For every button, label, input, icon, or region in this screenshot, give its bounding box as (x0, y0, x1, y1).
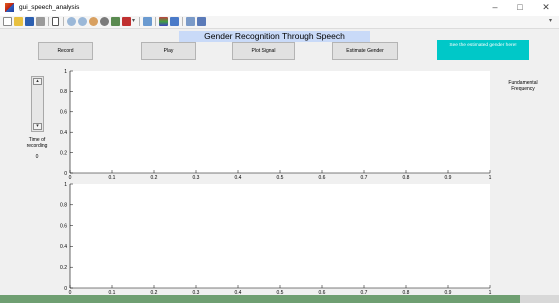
axes-1-plot-area[interactable] (70, 71, 490, 173)
axes-2-plot-area[interactable] (70, 184, 490, 288)
x-tick-label: 0.6 (319, 175, 326, 181)
x-tick-label: 0.1 (109, 175, 116, 181)
x-tick-label: 0.9 (445, 175, 452, 181)
x-tick-label: 0.7 (361, 175, 368, 181)
y-tick-label: 0.8 (60, 89, 67, 95)
y-tick-label: 0.4 (60, 130, 67, 136)
y-tick-label: 0.4 (60, 244, 67, 250)
y-tick-label: 1 (64, 69, 67, 75)
axes-1: 0 0.1 0.2 0.3 0.4 0.5 0.6 0.7 0.8 0.9 1 0 0.2 0.4 0.6 0… (60, 69, 492, 181)
y-tick-label: 0.8 (60, 203, 67, 209)
y-tick-label: 0 (64, 171, 67, 177)
axes-2: 0 0.1 0.2 0.3 0.4 0.5 0.6 0.7 0.8 0.9 100.20.40.60… (60, 182, 492, 296)
y-tick-label: 0.6 (60, 223, 67, 229)
y-tick-label: 0.6 (60, 110, 67, 116)
x-tick-label: 0 (69, 175, 72, 181)
status-strip (0, 295, 559, 303)
x-tick-label: 0.3 (193, 175, 200, 181)
y-tick-label: 0 (64, 286, 67, 292)
x-tick-label: 1 (489, 175, 492, 181)
y-tick-label: 1 (64, 182, 67, 188)
plot-axes-layer: 0 0.1 0.2 0.3 0.4 0.5 0.6 0.7 0.8 0.9 100.20.40.60… (60, 69, 492, 296)
x-tick-label: 0.8 (403, 175, 410, 181)
x-tick-label: 0.5 (277, 175, 284, 181)
x-tick-label: 0.4 (235, 175, 242, 181)
status-strip-right (520, 295, 559, 303)
y-tick-label: 0.2 (60, 265, 67, 271)
x-tick-label: 0.2 (151, 175, 158, 181)
y-tick-label: 0.2 (60, 150, 67, 156)
